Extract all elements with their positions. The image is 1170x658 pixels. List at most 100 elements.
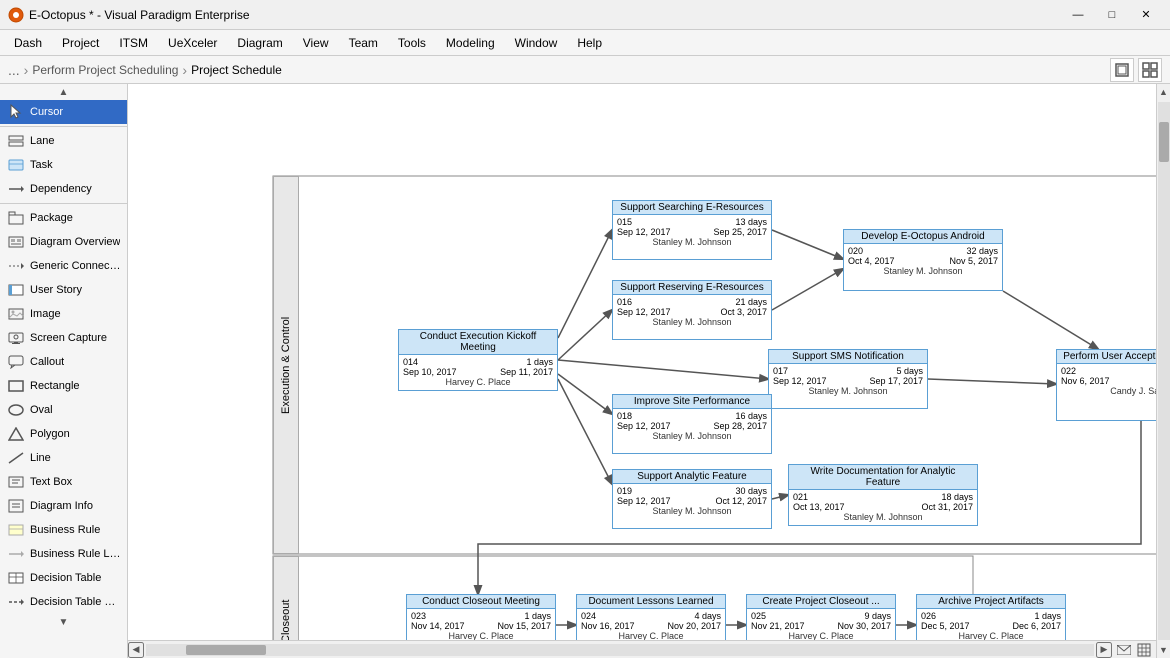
vertical-scroll-track[interactable]	[1158, 102, 1170, 640]
task-box-t015[interactable]: Support Searching E-Resources 015 13 day…	[612, 200, 772, 260]
canvas-scroll[interactable]: Execution & Control Closeout Conduct Exe…	[128, 84, 1156, 640]
task-box-t018[interactable]: Improve Site Performance 018 16 days Sep…	[612, 394, 772, 454]
task-person-t023: Harvey C. Place	[411, 631, 551, 640]
task-title-t016: Support Reserving E-Resources	[613, 281, 771, 295]
sidebar-item-cursor[interactable]: Cursor	[0, 100, 127, 124]
diagram-overview-icon	[6, 234, 26, 250]
email-icon[interactable]	[1116, 642, 1132, 658]
scroll-right-button[interactable]: ▶	[1096, 642, 1112, 658]
sidebar-item-user-story[interactable]: User Story	[0, 278, 127, 302]
minimize-button[interactable]: —	[1062, 4, 1094, 26]
task-end-t019: Oct 12, 2017	[715, 496, 767, 506]
task-end-t014: Sep 11, 2017	[500, 367, 553, 377]
sidebar-item-oval[interactable]: Oval	[0, 398, 127, 422]
menu-item-tools[interactable]: Tools	[388, 33, 436, 53]
sidebar-item-business-rule[interactable]: Business Rule	[0, 518, 127, 542]
task-box-t025[interactable]: Create Project Closeout ... 025 9 days N…	[746, 594, 896, 640]
menu-item-uexceler[interactable]: UeXceler	[158, 33, 227, 53]
task-box-t020[interactable]: Develop E-Octopus Android 020 32 days Oc…	[843, 229, 1003, 291]
menu-item-dash[interactable]: Dash	[4, 33, 52, 53]
task-start-t016: Sep 12, 2017	[617, 307, 671, 317]
right-scrollbar: ▲ ▼	[1156, 84, 1170, 658]
task-box-t017[interactable]: Support SMS Notification 017 5 days Sep …	[768, 349, 928, 409]
breadcrumb-chevron1: ›	[24, 62, 29, 78]
sidebar-item-line[interactable]: Line	[0, 446, 127, 470]
business-rule-link-icon	[6, 546, 26, 562]
sidebar-item-business-rule-link[interactable]: Business Rule Link	[0, 542, 127, 566]
task-box-t016[interactable]: Support Reserving E-Resources 016 21 day…	[612, 280, 772, 340]
scroll-left-button[interactable]: ◀	[128, 642, 144, 658]
task-box-t024[interactable]: Document Lessons Learned 024 4 days Nov …	[576, 594, 726, 640]
menu-item-window[interactable]: Window	[505, 33, 568, 53]
settings-icon[interactable]	[1136, 642, 1152, 658]
menu-item-view[interactable]: View	[293, 33, 339, 53]
cursor-icon	[6, 104, 26, 120]
task-duration-t018: 16 days	[735, 411, 767, 421]
task-start-t019: Sep 12, 2017	[617, 496, 671, 506]
sidebar-item-text-box[interactable]: Text Box	[0, 470, 127, 494]
sidebar-item-image[interactable]: Image	[0, 302, 127, 326]
sidebar-item-diagram-overview[interactable]: Diagram Overview	[0, 230, 127, 254]
task-title-t017: Support SMS Notification	[769, 350, 927, 364]
sidebar-item-generic-connector[interactable]: Generic Connector	[0, 254, 127, 278]
task-person-t015: Stanley M. Johnson	[617, 237, 767, 247]
decision-table-icon	[6, 570, 26, 586]
sidebar-item-polygon[interactable]: Polygon	[0, 422, 127, 446]
task-box-t019[interactable]: Support Analytic Feature 019 30 days Sep…	[612, 469, 772, 529]
horizontal-scroll-thumb[interactable]	[186, 645, 266, 655]
generic-connector-icon	[6, 258, 26, 274]
menu-item-diagram[interactable]: Diagram	[227, 33, 292, 53]
task-box-t026[interactable]: Archive Project Artifacts 026 1 days Dec…	[916, 594, 1066, 640]
breadcrumb-dots[interactable]: ...	[8, 62, 20, 78]
decision-table-link-icon	[6, 594, 26, 610]
menu-item-team[interactable]: Team	[339, 33, 388, 53]
vertical-scroll-thumb[interactable]	[1159, 122, 1169, 162]
task-number-t020: 020	[848, 246, 863, 256]
frame-icon-btn[interactable]	[1110, 58, 1134, 82]
task-title-t022: Perform User Acceptance Activities	[1057, 350, 1156, 364]
menu-item-itsm[interactable]: ITSM	[109, 33, 158, 53]
task-start-t025: Nov 21, 2017	[751, 621, 805, 631]
status-icons	[1112, 642, 1156, 658]
task-end-t017: Sep 17, 2017	[869, 376, 923, 386]
menu-item-modeling[interactable]: Modeling	[436, 33, 505, 53]
task-title-t024: Document Lessons Learned	[577, 595, 725, 609]
menu-item-project[interactable]: Project	[52, 33, 109, 53]
task-end-t015: Sep 25, 2017	[713, 227, 767, 237]
breadcrumb-icons	[1110, 58, 1162, 82]
task-box-t021[interactable]: Write Documentation for Analytic Feature…	[788, 464, 978, 526]
task-start-t014: Sep 10, 2017	[403, 367, 457, 377]
task-title-t023: Conduct Closeout Meeting	[407, 595, 555, 609]
sidebar-item-callout[interactable]: Callout	[0, 350, 127, 374]
sidebar-item-dependency[interactable]: Dependency	[0, 177, 127, 201]
sidebar-item-decision-table-link[interactable]: Decision Table Link	[0, 590, 127, 614]
task-person-t014: Harvey C. Place	[403, 377, 553, 387]
scroll-up-button[interactable]: ▲	[1157, 84, 1170, 100]
panel-scroll-up[interactable]: ▲	[0, 84, 127, 100]
task-person-t020: Stanley M. Johnson	[848, 266, 998, 276]
task-box-t014[interactable]: Conduct Execution Kickoff Meeting 014 1 …	[398, 329, 558, 391]
panel-scroll-down[interactable]: ▼	[0, 614, 127, 630]
task-duration-t024: 4 days	[694, 611, 721, 621]
sidebar-item-package[interactable]: Package	[0, 206, 127, 230]
task-number-t019: 019	[617, 486, 632, 496]
sidebar-item-task[interactable]: Task	[0, 153, 127, 177]
task-person-t021: Stanley M. Johnson	[793, 512, 973, 522]
task-box-t023[interactable]: Conduct Closeout Meeting 023 1 days Nov …	[406, 594, 556, 640]
horizontal-scroll-track[interactable]	[146, 644, 1094, 656]
sidebar-item-rectangle[interactable]: Rectangle	[0, 374, 127, 398]
grid-icon-btn[interactable]	[1138, 58, 1162, 82]
task-end-t016: Oct 3, 2017	[720, 307, 767, 317]
sidebar-item-diagram-info[interactable]: Diagram Info	[0, 494, 127, 518]
breadcrumb-item1[interactable]: Perform Project Scheduling	[32, 63, 178, 77]
maximize-button[interactable]: □	[1096, 4, 1128, 26]
menu-item-help[interactable]: Help	[567, 33, 612, 53]
sidebar-item-screen-capture[interactable]: Screen Capture	[0, 326, 127, 350]
close-button[interactable]: ✕	[1130, 4, 1162, 26]
frame-icon	[1114, 62, 1130, 78]
sidebar-item-decision-table[interactable]: Decision Table	[0, 566, 127, 590]
sidebar-item-lane[interactable]: Lane	[0, 129, 127, 153]
task-duration-t016: 21 days	[735, 297, 767, 307]
scroll-down-button[interactable]: ▼	[1157, 642, 1170, 658]
task-box-t022[interactable]: Perform User Acceptance Activities 022 7…	[1056, 349, 1156, 421]
